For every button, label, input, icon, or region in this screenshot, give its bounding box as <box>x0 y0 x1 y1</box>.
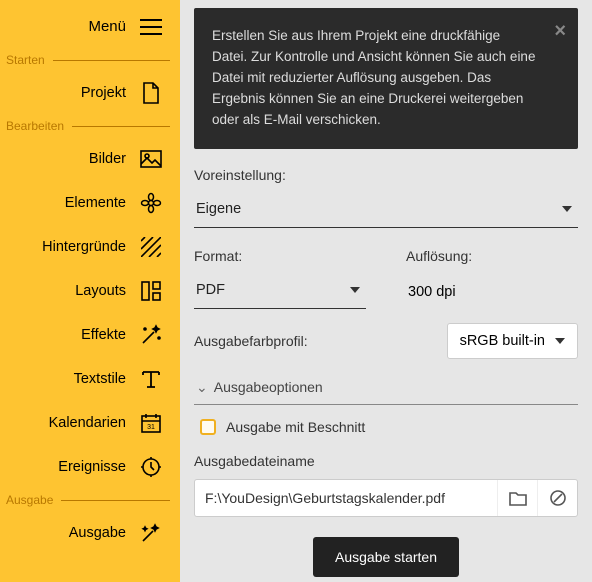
main-panel: Erstellen Sie aus Ihrem Projekt eine dru… <box>180 0 592 582</box>
info-notice: Erstellen Sie aus Ihrem Projekt eine dru… <box>194 8 578 149</box>
start-output-button[interactable]: Ausgabe starten <box>313 537 459 577</box>
image-icon <box>140 148 162 170</box>
format-dropdown[interactable]: PDF <box>194 274 366 309</box>
filename-row: F:\YouDesign\Geburtstagskalender.pdf <box>194 479 578 517</box>
nav-bilder[interactable]: Bilder <box>0 137 180 181</box>
bleed-row: Ausgabe mit Beschnitt <box>200 419 578 435</box>
menu-header[interactable]: Menü <box>0 8 180 49</box>
text-icon <box>140 368 162 390</box>
nav-effekte[interactable]: Effekte <box>0 313 180 357</box>
chevron-down-icon: ⌄ <box>196 379 208 396</box>
clock-icon <box>140 456 162 478</box>
chevron-down-icon <box>555 338 565 344</box>
filename-input[interactable]: F:\YouDesign\Geburtstagskalender.pdf <box>195 480 497 516</box>
flower-icon <box>140 192 162 214</box>
bleed-checkbox[interactable] <box>200 419 216 435</box>
close-icon[interactable]: × <box>554 16 566 47</box>
nav-elemente[interactable]: Elemente <box>0 181 180 225</box>
notice-text: Erstellen Sie aus Ihrem Projekt eine dru… <box>212 28 535 127</box>
clear-button[interactable] <box>537 480 577 516</box>
wand-icon <box>140 324 162 346</box>
section-bearbeiten: Bearbeiten <box>0 115 180 137</box>
nav-layouts[interactable]: Layouts <box>0 269 180 313</box>
nav-projekt[interactable]: Projekt <box>0 71 180 115</box>
document-icon <box>140 82 162 104</box>
calendar-icon: 31 <box>140 412 162 434</box>
sidebar: Menü Starten Projekt Bearbeiten Bilder E… <box>0 0 180 582</box>
resolution-label: Auflösung: <box>406 248 578 264</box>
preset-dropdown[interactable]: Eigene <box>194 193 578 228</box>
output-options-header[interactable]: ⌄ Ausgabeoptionen <box>194 373 578 405</box>
filename-label: Ausgabedateiname <box>194 453 578 469</box>
profile-select[interactable]: sRGB built-in <box>447 323 578 359</box>
hamburger-icon[interactable] <box>140 19 162 35</box>
browse-button[interactable] <box>497 480 537 516</box>
resolution-value: 300 dpi <box>406 274 578 310</box>
nav-ausgabe[interactable]: Ausgabe <box>0 511 180 555</box>
chevron-down-icon <box>350 287 360 293</box>
chevron-down-icon <box>562 206 572 212</box>
bleed-label: Ausgabe mit Beschnitt <box>226 419 365 435</box>
format-label: Format: <box>194 248 366 264</box>
section-ausgabe: Ausgabe <box>0 489 180 511</box>
sparkle-icon <box>140 522 162 544</box>
svg-text:31: 31 <box>147 424 155 431</box>
nav-hintergruende[interactable]: Hintergründe <box>0 225 180 269</box>
profile-label: Ausgabefarbprofil: <box>194 333 407 349</box>
nav-ereignisse[interactable]: Ereignisse <box>0 445 180 489</box>
nav-kalendarien[interactable]: Kalendarien 31 <box>0 401 180 445</box>
pattern-icon <box>140 236 162 258</box>
layout-icon <box>140 280 162 302</box>
preset-label: Voreinstellung: <box>194 167 578 183</box>
cancel-icon <box>549 489 567 507</box>
section-starten: Starten <box>0 49 180 71</box>
nav-textstile[interactable]: Textstile <box>0 357 180 401</box>
folder-icon <box>509 490 527 506</box>
menu-label: Menü <box>88 18 126 35</box>
